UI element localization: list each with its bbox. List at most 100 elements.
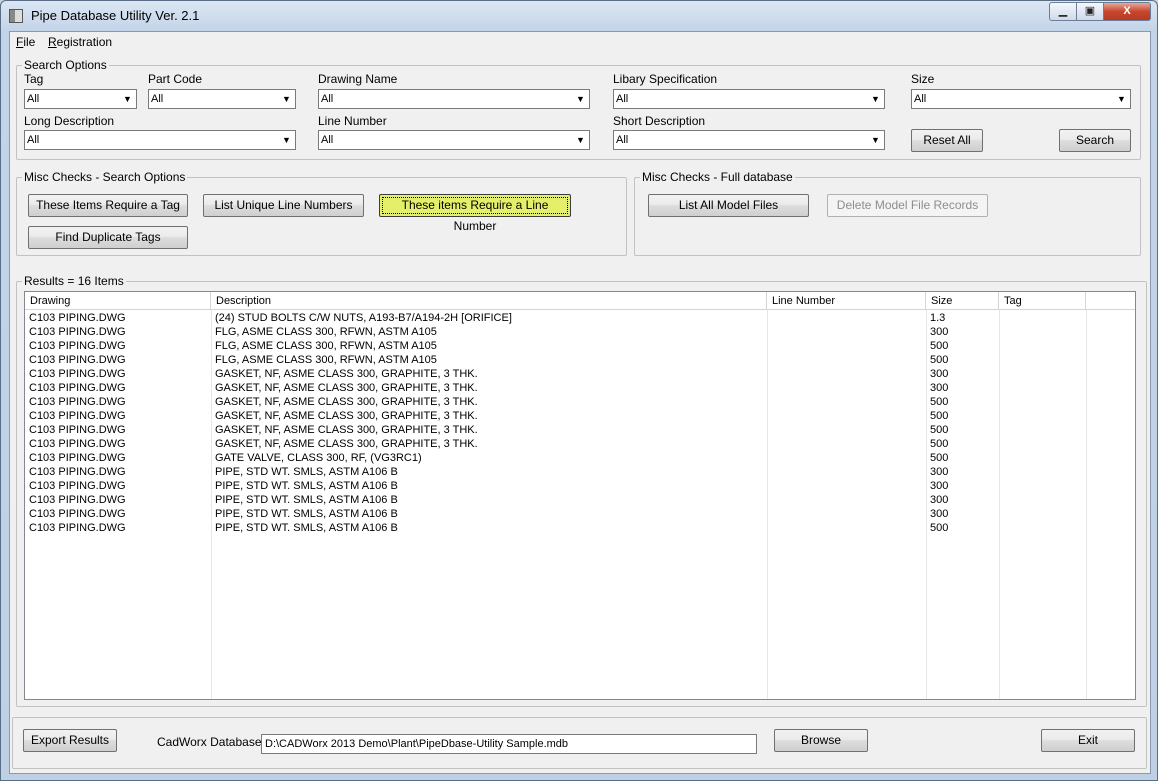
menu-bar: File Registration [10,32,1150,52]
cell-size: 500 [930,340,949,352]
reset-all-button[interactable]: Reset All [911,129,983,152]
long-description-combo-value: All [27,134,40,146]
cell-description: PIPE, STD WT. SMLS, ASTM A106 B [215,508,398,520]
maximize-button[interactable]: ▣ [1077,2,1104,21]
short-description-label: Short Description [613,114,706,128]
cell-drawing: C103 PIPING.DWG [29,508,126,520]
chevron-down-icon[interactable]: ▼ [867,90,884,108]
cell-size: 300 [930,368,949,380]
cell-description: PIPE, STD WT. SMLS, ASTM A106 B [215,522,398,534]
table-row[interactable]: C103 PIPING.DWG GASKET, NF, ASME CLASS 30… [25,423,1135,437]
chevron-down-icon[interactable]: ▼ [278,90,295,108]
menu-file[interactable]: File [16,35,35,49]
minimize-button[interactable]: ▁ [1049,2,1077,21]
cell-size: 300 [930,480,949,492]
size-combo[interactable]: All ▼ [911,89,1131,109]
search-options-title: Search Options [22,58,109,72]
chevron-down-icon[interactable]: ▼ [119,90,136,108]
app-icon [9,9,23,23]
cell-size: 300 [930,508,949,520]
cell-size: 500 [930,452,949,464]
col-drawing[interactable]: Drawing [25,292,211,310]
require-tag-button[interactable]: These Items Require a Tag [28,194,188,217]
exit-button[interactable]: Exit [1041,729,1135,752]
tag-combo[interactable]: All ▼ [24,89,137,109]
delete-model-file-records-button: Delete Model File Records [827,194,988,217]
title-bar[interactable]: Pipe Database Utility Ver. 2.1 ▁ ▣ X [1,1,1157,31]
part-code-combo[interactable]: All ▼ [148,89,296,109]
misc-search-title: Misc Checks - Search Options [22,170,188,184]
cell-description: GASKET, NF, ASME CLASS 300, GRAPHITE, 3 … [215,410,478,422]
cell-drawing: C103 PIPING.DWG [29,354,126,366]
list-model-files-button[interactable]: List All Model Files [648,194,809,217]
menu-registration[interactable]: Registration [48,35,112,49]
table-row[interactable]: C103 PIPING.DWG FLG, ASME CLASS 300, RFWN… [25,339,1135,353]
libary-spec-combo-value: All [616,93,629,105]
cell-drawing: C103 PIPING.DWG [29,326,126,338]
long-description-combo[interactable]: All ▼ [24,130,296,150]
chevron-down-icon[interactable]: ▼ [278,131,295,149]
size-label: Size [911,72,935,86]
menu-registration-label: egistration [56,35,113,49]
close-button[interactable]: X [1104,2,1151,21]
cell-description: PIPE, STD WT. SMLS, ASTM A106 B [215,480,398,492]
require-line-number-button[interactable]: These items Require a Line Number [379,194,571,233]
col-description[interactable]: Description [211,292,767,310]
table-row[interactable]: C103 PIPING.DWG GASKET, NF, ASME CLASS 30… [25,367,1135,381]
cell-drawing: C103 PIPING.DWG [29,466,126,478]
cell-size: 500 [930,438,949,450]
cell-size: 1.3 [930,312,946,324]
menu-registration-mnemonic: R [48,35,57,49]
libary-spec-label: Libary Specification [613,72,718,86]
chevron-down-icon[interactable]: ▼ [867,131,884,149]
table-row[interactable]: C103 PIPING.DWG (24) STUD BOLTS C/W NUTS,… [25,311,1135,325]
col-tag[interactable]: Tag [999,292,1086,310]
table-row[interactable]: C103 PIPING.DWG FLG, ASME CLASS 300, RFWN… [25,353,1135,367]
table-row[interactable]: C103 PIPING.DWG GASKET, NF, ASME CLASS 30… [25,437,1135,451]
table-row[interactable]: C103 PIPING.DWG PIPE, STD WT. SMLS, ASTM … [25,479,1135,493]
table-row[interactable]: C103 PIPING.DWG PIPE, STD WT. SMLS, ASTM … [25,493,1135,507]
col-size[interactable]: Size [926,292,999,310]
export-results-button[interactable]: Export Results [23,729,117,752]
window-title: Pipe Database Utility Ver. 2.1 [31,8,200,23]
grid-header: Drawing Description Line Number Size Tag [25,292,1135,310]
db-path-field[interactable]: D:\CADWorx 2013 Demo\Plant\PipeDbase-Uti… [261,734,757,754]
line-number-combo[interactable]: All ▼ [318,130,590,150]
cell-size: 300 [930,466,949,478]
col-line-number[interactable]: Line Number [767,292,926,310]
app-window: Pipe Database Utility Ver. 2.1 ▁ ▣ X Fil… [0,0,1158,781]
libary-spec-combo[interactable]: All ▼ [613,89,885,109]
part-code-label: Part Code [148,72,203,86]
cell-size: 300 [930,382,949,394]
part-code-combo-value: All [151,93,164,105]
cell-description: GASKET, NF, ASME CLASS 300, GRAPHITE, 3 … [215,368,478,380]
chevron-down-icon[interactable]: ▼ [572,131,589,149]
table-row[interactable]: C103 PIPING.DWG FLG, ASME CLASS 300, RFWN… [25,325,1135,339]
table-row[interactable]: C103 PIPING.DWG PIPE, STD WT. SMLS, ASTM … [25,465,1135,479]
table-row[interactable]: C103 PIPING.DWG PIPE, STD WT. SMLS, ASTM … [25,507,1135,521]
line-number-combo-value: All [321,134,334,146]
results-grid[interactable]: Drawing Description Line Number Size Tag… [24,291,1136,700]
cell-description: GASKET, NF, ASME CLASS 300, GRAPHITE, 3 … [215,396,478,408]
table-row[interactable]: C103 PIPING.DWG GASKET, NF, ASME CLASS 30… [25,381,1135,395]
chevron-down-icon[interactable]: ▼ [572,90,589,108]
search-button[interactable]: Search [1059,129,1131,152]
browse-button[interactable]: Browse [774,729,868,752]
client-area: File Registration Search Options Tag All… [9,31,1151,774]
table-row[interactable]: C103 PIPING.DWG GASKET, NF, ASME CLASS 30… [25,409,1135,423]
cell-description: PIPE, STD WT. SMLS, ASTM A106 B [215,494,398,506]
table-row[interactable]: C103 PIPING.DWG PIPE, STD WT. SMLS, ASTM … [25,521,1135,535]
table-row[interactable]: C103 PIPING.DWG GASKET, NF, ASME CLASS 30… [25,395,1135,409]
drawing-name-combo[interactable]: All ▼ [318,89,590,109]
short-description-combo[interactable]: All ▼ [613,130,885,150]
table-row[interactable]: C103 PIPING.DWG GATE VALVE, CLASS 300, RF… [25,451,1135,465]
find-duplicate-tags-button[interactable]: Find Duplicate Tags [28,226,188,249]
cell-drawing: C103 PIPING.DWG [29,340,126,352]
col-filler [1086,292,1135,310]
unique-line-numbers-button[interactable]: List Unique Line Numbers [203,194,364,217]
cell-drawing: C103 PIPING.DWG [29,522,126,534]
cell-description: GATE VALVE, CLASS 300, RF, (VG3RC1) [215,452,422,464]
cell-description: FLG, ASME CLASS 300, RFWN, ASTM A105 [215,354,437,366]
cell-drawing: C103 PIPING.DWG [29,396,126,408]
chevron-down-icon[interactable]: ▼ [1113,90,1130,108]
